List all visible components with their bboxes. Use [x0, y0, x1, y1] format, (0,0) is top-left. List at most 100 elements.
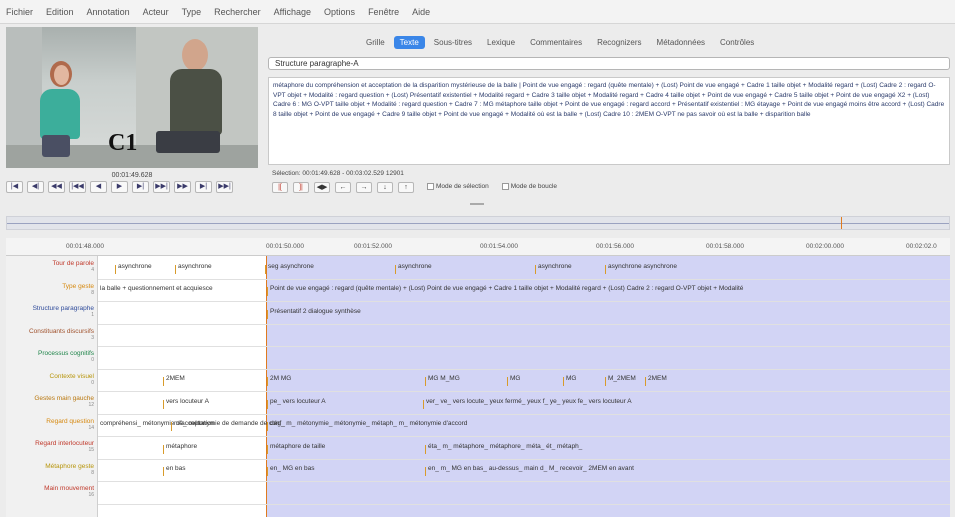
tool-button[interactable]: |[ — [272, 181, 288, 193]
menu-item[interactable]: Edition — [46, 7, 74, 17]
menu-item[interactable]: Annotation — [87, 7, 130, 17]
menu-item[interactable]: Acteur — [143, 7, 169, 17]
transport-button[interactable]: ◀ — [90, 181, 107, 193]
annotation[interactable]: vers locuteur A — [163, 398, 209, 409]
annotation[interactable]: ver_ ve_ vers locute_ yeux fermé_ yeux f… — [423, 398, 632, 409]
tab-commentaires[interactable]: Commentaires — [524, 36, 588, 49]
tier-name[interactable]: Tour de parole 4 — [6, 260, 98, 273]
tab-recognizers[interactable]: Recognizers — [591, 36, 647, 49]
lane-separator — [98, 278, 950, 280]
tier-name[interactable]: Processus cognitifs 0 — [6, 350, 98, 363]
checkbox[interactable] — [427, 183, 434, 191]
tab-métadonnées[interactable]: Métadonnées — [651, 36, 711, 49]
annotation[interactable]: asynchrone — [175, 263, 212, 274]
annotation[interactable]: Présentatif 2 dialogue synthèse — [267, 308, 361, 319]
tier-name[interactable]: Regard interlocuteur 15 — [6, 440, 98, 453]
annotation[interactable]: métaphore — [162, 443, 197, 454]
transport-button[interactable]: ▶▶| — [216, 181, 233, 193]
tool-button[interactable]: ↑ — [398, 181, 414, 193]
menu-item[interactable]: Type — [182, 7, 202, 17]
overview-waveform — [7, 223, 949, 224]
annotation[interactable]: M_2MEM — [605, 375, 636, 386]
annotation[interactable]: dég_ m_ métonymie_ métonymie_ métaph_ m_… — [266, 420, 467, 431]
tier-name[interactable]: Gestes main gauche 12 — [6, 395, 98, 408]
man-head — [182, 39, 208, 71]
tier-name[interactable]: Constituants discursifs 3 — [6, 328, 98, 341]
annotation[interactable]: asynchrone — [115, 263, 152, 274]
annotation[interactable]: la balle + questionnement et acquiesce — [98, 285, 213, 296]
annotation[interactable]: métaphore de taille — [266, 443, 325, 454]
tool-button[interactable]: ]| — [293, 181, 309, 193]
transport-button[interactable]: |◀ — [6, 181, 23, 193]
transport-button[interactable]: ◀◀ — [48, 181, 65, 193]
annotation[interactable]: mé_ métonymie de demande de conf_ — [171, 420, 285, 431]
annotation[interactable]: seg asynchrone — [265, 263, 314, 274]
menu-item[interactable]: Options — [324, 7, 355, 17]
tier-select[interactable]: Structure paragraphe-A — [268, 57, 950, 70]
annotation-lanes[interactable]: asynchrone asynchrone seg asynchrone asynch… — [98, 256, 950, 517]
tier-label: Structure paragraphe — [32, 305, 94, 312]
annotation[interactable]: MG — [506, 375, 520, 386]
tier-label: Métaphore geste — [45, 462, 94, 470]
transport-button[interactable]: ▶▶| — [153, 181, 170, 193]
annotation[interactable]: pe_ vers locuteur A — [267, 398, 326, 409]
mode-option[interactable]: Mode de sélection — [427, 183, 489, 191]
annotation[interactable]: en_ MG en bas — [266, 465, 314, 476]
tab-contrôles[interactable]: Contrôles — [714, 36, 760, 49]
lane-separator — [98, 368, 950, 370]
woman-body — [40, 89, 80, 139]
tab-lexique[interactable]: Lexique — [481, 36, 521, 49]
menu-item[interactable]: Fenêtre — [368, 7, 399, 17]
splitter-handle[interactable] — [470, 203, 484, 205]
text-view[interactable]: métaphore du compréhension et acceptatio… — [268, 77, 950, 165]
annotation[interactable]: Point de vue engagé : regard (quête ment… — [266, 285, 743, 296]
lane-separator — [98, 346, 950, 347]
menu-item[interactable]: Aide — [412, 7, 430, 17]
annotation[interactable]: asynchrone — [535, 263, 572, 274]
tier-label: Regard question — [46, 417, 94, 425]
tier-name[interactable]: Structure paragraphe 1 — [6, 305, 98, 318]
mode-option[interactable]: Mode de boucle — [501, 183, 557, 191]
timeline-overview[interactable] — [6, 216, 950, 230]
annotation[interactable]: éta_ m_ métaphore_ métaphore_ méta_ ét_ … — [424, 443, 582, 454]
transport-button[interactable]: ▶ — [111, 181, 128, 193]
tool-button[interactable]: ↓ — [377, 181, 393, 193]
annotation[interactable]: 2M MG — [266, 375, 291, 386]
checkbox[interactable] — [501, 183, 509, 191]
menu-item[interactable]: Fichier — [6, 7, 33, 17]
tier-name[interactable]: Contexte visuel 0 — [6, 373, 98, 386]
tier-label: Gestes main gauche — [34, 395, 94, 402]
annotation[interactable]: en bas — [163, 465, 186, 476]
menu-item[interactable]: Affichage — [274, 7, 311, 17]
tab-grille[interactable]: Grille — [360, 36, 391, 49]
tier-name[interactable]: Regard question 14 — [6, 417, 98, 431]
transport-button[interactable]: ▶▶ — [174, 181, 191, 193]
annotation[interactable]: asynchrone asynchrone — [604, 263, 677, 274]
tool-button[interactable]: → — [356, 181, 372, 193]
tool-button[interactable]: ← — [335, 181, 351, 193]
tier-count: 8 — [91, 289, 94, 296]
annotation[interactable]: en_ m_ MG en bas_ au-dessus_ main d_ M_ … — [425, 465, 634, 476]
annotation[interactable]: asynchrone — [395, 263, 432, 274]
tab-texte[interactable]: Texte — [393, 36, 425, 49]
tier-name[interactable]: Type geste 8 — [6, 283, 98, 296]
time-ruler[interactable]: 00:01:48.000 00:01:50.000 00:01:52.000 00:0… — [6, 238, 950, 256]
menu-item[interactable]: Rechercher — [214, 7, 261, 17]
tier-name[interactable]: Main mouvement 16 — [6, 485, 98, 498]
transport-button[interactable]: ▶| — [195, 181, 212, 193]
lane-separator — [98, 323, 950, 325]
lane-separator — [98, 436, 950, 437]
annotation[interactable]: 2MEM — [645, 375, 667, 386]
transport-button[interactable]: |◀◀ — [69, 181, 86, 193]
lane-separator — [98, 481, 950, 482]
tier-name[interactable]: Métaphore geste 8 — [6, 462, 98, 476]
annotation[interactable]: MG — [562, 375, 576, 386]
transport-button[interactable]: ▶| — [132, 181, 149, 193]
lane-separator — [98, 301, 950, 302]
video-player[interactable]: C1 — [6, 27, 258, 168]
tool-button[interactable]: ◀▶ — [314, 181, 330, 193]
tab-sous-titres[interactable]: Sous-titres — [428, 36, 478, 49]
transport-button[interactable]: ◀| — [27, 181, 44, 193]
annotation[interactable]: MG M_MG — [425, 375, 460, 386]
annotation[interactable]: 2MEM — [163, 375, 185, 386]
